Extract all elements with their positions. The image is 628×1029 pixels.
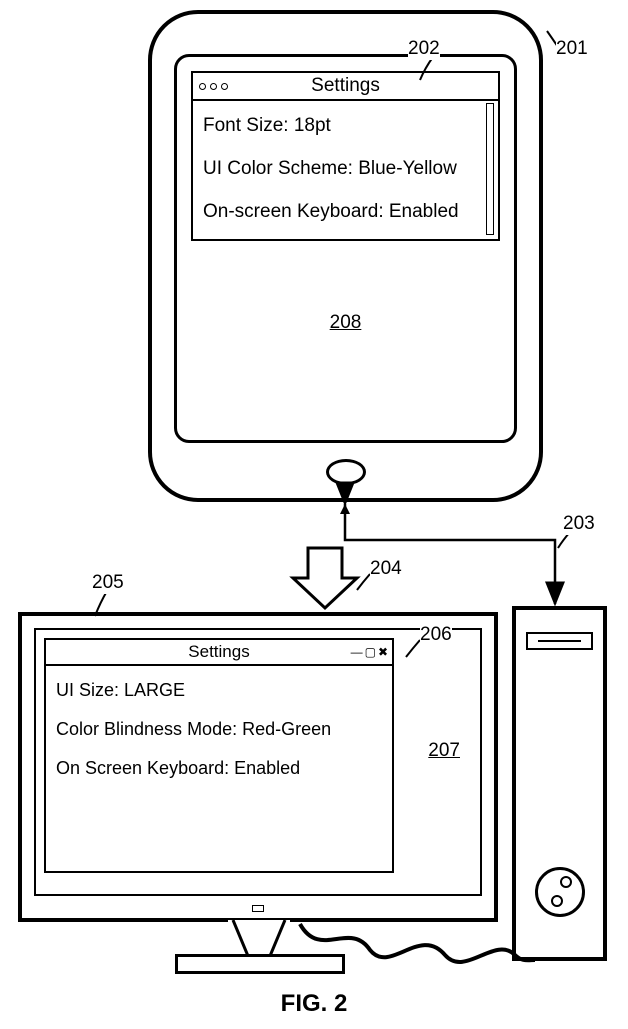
close-dot-icon[interactable] (199, 83, 206, 90)
reference-numeral-203: 203 (563, 513, 595, 535)
desktop-settings-window: Settings — ▢ ✖ UI Size: LARGE Color Blin… (44, 638, 394, 873)
reference-numeral-207: 207 (428, 740, 460, 762)
computer-tower (512, 606, 607, 961)
tablet-settings-window: Settings Font Size: 18pt UI Color Scheme… (191, 71, 500, 241)
home-button[interactable] (326, 459, 366, 485)
monitor-screen: Settings — ▢ ✖ UI Size: LARGE Color Blin… (34, 628, 482, 896)
tablet-device: Settings Font Size: 18pt UI Color Scheme… (148, 10, 543, 502)
setting-row: UI Size: LARGE (56, 680, 382, 701)
setting-row: UI Color Scheme: Blue-Yellow (203, 158, 478, 180)
reference-numeral-206: 206 (420, 624, 452, 646)
maximize-icon[interactable]: ▢ (365, 645, 376, 659)
desktop-window-titlebar: Settings — ▢ ✖ (46, 640, 392, 666)
window-controls[interactable]: — ▢ ✖ (351, 640, 388, 664)
tablet-window-title: Settings (193, 75, 498, 97)
reference-numeral-208: 208 (330, 312, 362, 334)
optical-drive[interactable] (526, 632, 593, 650)
desktop-window-title: Settings (46, 642, 392, 662)
figure-caption: FIG. 2 (281, 990, 348, 1018)
tower-button-cluster (535, 867, 585, 917)
reference-numeral-201: 201 (556, 38, 588, 60)
desktop-settings-list: UI Size: LARGE Color Blindness Mode: Red… (56, 680, 382, 861)
window-control-dots[interactable] (199, 73, 228, 99)
setting-row: Color Blindness Mode: Red-Green (56, 719, 382, 740)
reference-numeral-202: 202 (408, 38, 440, 60)
tablet-screen: Settings Font Size: 18pt UI Color Scheme… (174, 54, 517, 443)
reference-numeral-204: 204 (370, 558, 402, 580)
power-button-icon[interactable] (560, 876, 572, 888)
zoom-dot-icon[interactable] (221, 83, 228, 90)
close-icon[interactable]: ✖ (378, 645, 388, 659)
vertical-scrollbar[interactable] (486, 103, 494, 235)
reset-button-icon[interactable] (551, 895, 563, 907)
setting-row: Font Size: 18pt (203, 115, 478, 137)
reference-numeral-205: 205 (92, 572, 124, 594)
tablet-window-titlebar: Settings (193, 73, 498, 101)
monitor: Settings — ▢ ✖ UI Size: LARGE Color Blin… (18, 612, 498, 922)
monitor-led-icon (252, 905, 264, 912)
minimize-icon[interactable]: — (351, 645, 363, 659)
setting-row: On Screen Keyboard: Enabled (56, 758, 382, 779)
monitor-stand-neck (228, 920, 290, 956)
monitor-stand-base (175, 954, 345, 974)
tablet-settings-list: Font Size: 18pt UI Color Scheme: Blue-Ye… (203, 105, 478, 233)
minimize-dot-icon[interactable] (210, 83, 217, 90)
setting-row: On-screen Keyboard: Enabled (203, 201, 478, 223)
